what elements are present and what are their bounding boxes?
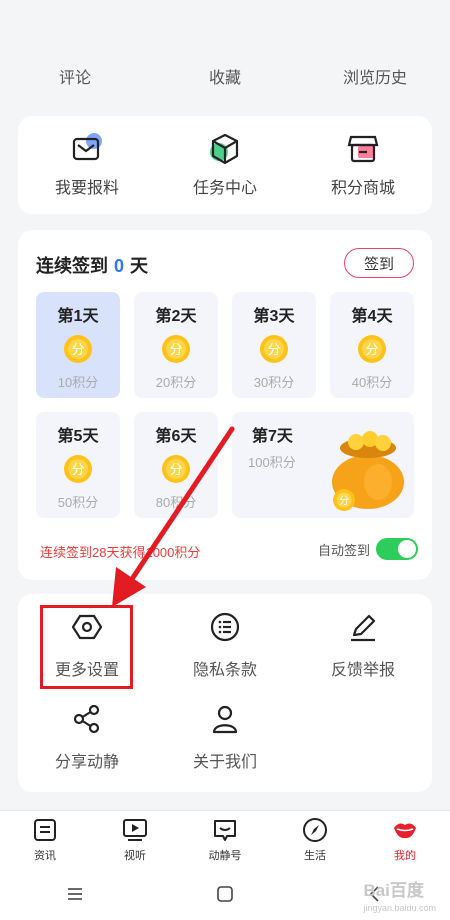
store-icon	[346, 132, 380, 166]
quick-item-report[interactable]: 我要报料	[18, 132, 156, 198]
quick-item-label: 任务中心	[192, 180, 257, 197]
menu-icon[interactable]	[65, 884, 85, 904]
signin-prefix: 连续签到	[36, 256, 108, 276]
day-title: 第5天	[57, 428, 99, 445]
history-link[interactable]: 浏览历史	[300, 64, 450, 88]
lips-icon	[394, 823, 416, 838]
day-4-tile[interactable]: 第4天 分 40积分	[330, 292, 414, 398]
coin-text: 分	[365, 343, 378, 358]
mail-icon	[70, 132, 104, 166]
quick-item-label: 我要报料	[54, 180, 119, 197]
share-item[interactable]: 分享动静	[18, 704, 156, 772]
nav-dongjing[interactable]: 动静号	[180, 817, 270, 863]
watermark-main: Bai百度	[363, 881, 424, 900]
nav-label: 资讯	[34, 849, 56, 862]
day-title: 第2天	[155, 308, 197, 325]
quick-item-tasks[interactable]: 任务中心	[156, 132, 294, 198]
quick-item-store[interactable]: 积分商城	[294, 132, 432, 198]
home-icon[interactable]	[215, 884, 235, 904]
day-title: 第3天	[253, 308, 295, 325]
settings-label: 分享动静	[54, 754, 119, 771]
quick-actions-card: 我要报料 任务中心 积分商城	[18, 116, 432, 214]
coin-text: 分	[169, 343, 182, 358]
quick-item-label: 积分商城	[330, 180, 395, 197]
signin-suffix: 天	[130, 256, 149, 276]
day-title: 第4天	[351, 308, 393, 325]
person-icon	[212, 705, 238, 734]
coin-icon: 分	[64, 455, 92, 483]
stats-row: 评论 收藏 浏览历史	[0, 58, 450, 94]
bottom-nav: 资讯 视听 动静号 生活 我的	[0, 810, 450, 868]
day-points: 50积分	[57, 495, 99, 510]
privacy-item[interactable]: 隐私条款	[156, 612, 294, 680]
money-bag-icon: 分	[332, 431, 404, 511]
auto-signin: 自动签到	[318, 538, 418, 560]
annotation-arrow	[112, 426, 235, 607]
day-points: 40积分	[351, 375, 393, 390]
settings-label: 关于我们	[192, 754, 257, 771]
list-circle-icon	[210, 612, 240, 642]
settings-label: 反馈举报	[330, 662, 395, 679]
settings-label: 隐私条款	[192, 662, 257, 679]
watermark-sub: jingyan.baidu.com	[363, 903, 436, 913]
day-points: 20积分	[155, 375, 197, 390]
nav-label: 视听	[124, 849, 146, 862]
day-7-tile[interactable]: 第7天 100积分 分	[232, 412, 414, 518]
signin-button[interactable]: 签到	[344, 248, 414, 278]
coin-icon: 分	[260, 335, 288, 363]
auto-signin-label: 自动签到	[317, 542, 370, 558]
coin-icon: 分	[64, 335, 92, 363]
chat-icon	[214, 819, 236, 841]
day-points: 100积分	[248, 455, 296, 470]
highlight-box	[40, 605, 133, 689]
coin-text: 分	[71, 343, 84, 358]
nav-label: 生活	[304, 849, 326, 862]
day-1-tile[interactable]: 第1天 分 10积分	[36, 292, 120, 398]
nav-video[interactable]: 视听	[90, 817, 180, 863]
nav-news[interactable]: 资讯	[0, 817, 90, 863]
day-title: 第7天	[252, 428, 293, 445]
pencil-icon	[351, 614, 376, 642]
feedback-item[interactable]: 反馈举报	[294, 612, 432, 680]
about-item[interactable]: 关于我们	[156, 704, 294, 772]
coin-icon: 分	[162, 335, 190, 363]
compass-icon	[303, 817, 327, 842]
day-title: 第1天	[57, 308, 99, 325]
favorites-link[interactable]: 收藏	[150, 64, 300, 88]
video-icon	[123, 818, 147, 841]
coin-text: 分	[267, 343, 280, 358]
nav-mine[interactable]: 我的	[360, 817, 450, 863]
auto-signin-toggle[interactable]	[376, 538, 418, 560]
day-3-tile[interactable]: 第3天 分 30积分	[232, 292, 316, 398]
nav-label: 动静号	[208, 849, 242, 862]
coin-text: 分	[339, 495, 349, 507]
day-2-tile[interactable]: 第2天 分 20积分	[134, 292, 218, 398]
coin-text: 分	[71, 463, 84, 478]
share-icon	[73, 704, 100, 734]
news-icon	[34, 818, 56, 841]
day-points: 30积分	[253, 375, 295, 390]
cube-icon	[208, 132, 242, 166]
signin-heading: 连续签到 0 天	[36, 252, 148, 278]
nav-life[interactable]: 生活	[270, 817, 360, 863]
watermark: Bai百度 jingyan.baidu.com	[363, 876, 436, 913]
coin-icon: 分	[358, 335, 386, 363]
comments-link[interactable]: 评论	[0, 64, 150, 88]
signin-count: 0	[114, 256, 125, 276]
nav-label: 我的	[394, 849, 416, 862]
day-points: 10积分	[57, 375, 99, 390]
